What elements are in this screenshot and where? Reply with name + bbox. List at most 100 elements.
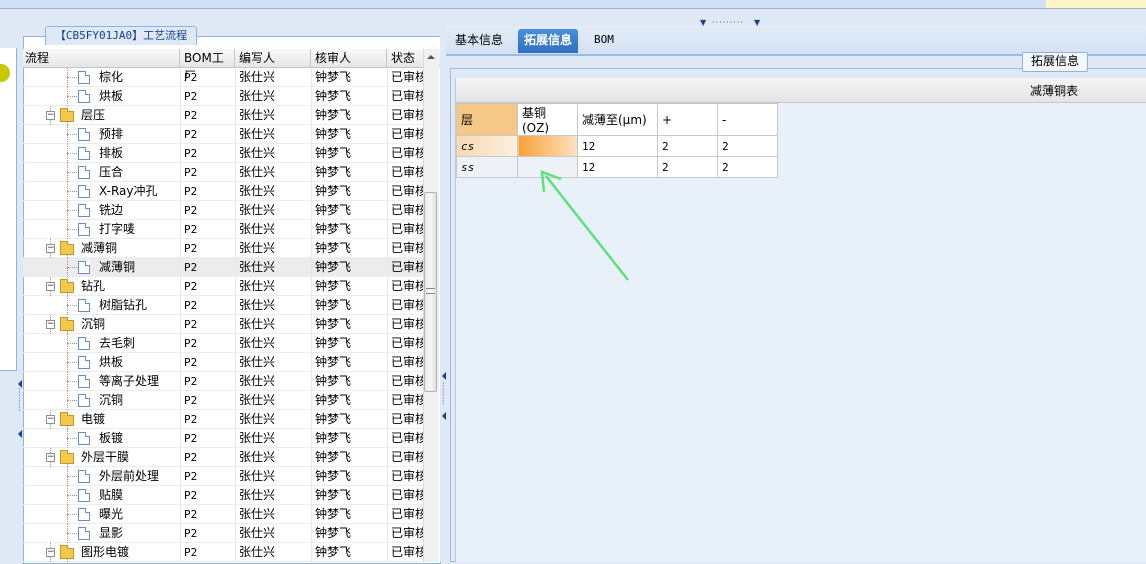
collapse-toggle-icon[interactable]: − [46,320,55,329]
process-name: 层压 [81,108,106,122]
tree-row[interactable]: 板镀 P2 张仕兴 钟梦飞 已审核 [23,429,423,448]
bom-factory: P2 [184,242,198,255]
column-divider [180,68,181,87]
collapse-left-icon-2[interactable] [18,430,22,438]
tree-row[interactable]: 预排 P2 张仕兴 钟梦飞 已审核 [23,125,423,144]
collapse-toggle-icon[interactable]: − [46,244,55,253]
thin-to-cell[interactable]: 12 [577,135,658,157]
minus-cell[interactable]: 2 [717,156,778,178]
status-text: 已审核 [391,108,423,122]
tree-row[interactable]: 烘板 P2 张仕兴 钟梦飞 已审核 [23,87,423,106]
tree-row[interactable]: − 外层干膜 P2 张仕兴 钟梦飞 已审核 [23,448,423,467]
bom-factory: P2 [184,318,198,331]
tree-row[interactable]: − 图形电镀 P2 张仕兴 钟梦飞 已审核 [23,543,423,562]
bom-factory: P2 [184,299,198,312]
column-divider [311,334,312,353]
tree-row[interactable]: 外层前处理 P2 张仕兴 钟梦飞 已审核 [23,467,423,486]
document-icon [78,299,90,312]
collapse-toggle-icon[interactable]: − [46,111,55,120]
reviewer-name: 钟梦飞 [315,260,352,274]
reviewer-name: 钟梦飞 [315,507,352,521]
column-divider [387,334,388,353]
folder-icon [60,241,74,255]
reviewer-name: 钟梦飞 [315,336,352,350]
writer-name: 张仕兴 [239,279,276,293]
collapse-toggle-icon[interactable]: − [46,453,55,462]
bom-factory: P2 [184,508,198,521]
base-copper-cell[interactable] [517,135,578,157]
tree-row[interactable]: − 沉铜 P2 张仕兴 钟梦飞 已审核 [23,315,423,334]
column-divider [180,334,181,353]
status-text: 已审核 [391,260,423,274]
collapse-toggle-icon[interactable]: − [46,282,55,291]
column-divider [387,353,388,372]
minus-cell[interactable]: 2 [717,135,778,157]
status-text: 已审核 [391,507,423,521]
collapse-toggle-icon[interactable]: − [46,548,55,557]
column-divider [180,106,181,125]
column-header-reviewer[interactable]: 核审人 [311,49,387,67]
column-header-status[interactable]: 状态 [387,49,423,67]
tree-row[interactable]: 烘板 P2 张仕兴 钟梦飞 已审核 [23,353,423,372]
collapse-toggle-icon[interactable]: − [46,415,55,424]
column-divider [311,277,312,296]
tree-row[interactable]: 排板 P2 张仕兴 钟梦飞 已审核 [23,144,423,163]
scroll-up-icon[interactable] [423,49,438,65]
tree-row[interactable]: − 减薄铜 P2 张仕兴 钟梦飞 已审核 [23,239,423,258]
column-divider [180,353,181,372]
tree-row[interactable]: 打字唛 P2 张仕兴 钟梦飞 已审核 [23,220,423,239]
tree-row[interactable]: 曝光 P2 张仕兴 钟梦飞 已审核 [23,505,423,524]
reviewer-name: 钟梦飞 [315,355,352,369]
reviewer-name: 钟梦飞 [315,184,352,198]
reviewer-name: 钟梦飞 [315,241,352,255]
column-header-layer[interactable]: 层 [456,103,518,136]
table-row[interactable]: cs 12 2 2 [456,135,778,157]
column-header-plus[interactable]: + [657,103,718,136]
tree-row[interactable]: − 钻孔 P2 张仕兴 钟梦飞 已审核 [23,277,423,296]
tree-row[interactable]: 沉铜 P2 张仕兴 钟梦飞 已审核 [23,391,423,410]
panel-title-tab[interactable]: 【CB5FY01JA0】工艺流程 [45,26,197,45]
tree-row[interactable]: 贴膜 P2 张仕兴 钟梦飞 已审核 [23,486,423,505]
layer-cell[interactable]: ss [456,156,518,178]
tree-guide-line [67,267,77,268]
tab-basic-info[interactable]: 基本信息 [449,29,509,53]
tree-row[interactable]: 棕化 P2 张仕兴 钟梦飞 已审核 [23,68,423,87]
column-divider [387,106,388,125]
column-divider [235,486,236,505]
column-header-process[interactable]: 流程 [23,49,180,67]
document-icon [78,185,90,198]
column-header-writer[interactable]: 编写人 [235,49,311,67]
tree-row[interactable]: 等离子处理 P2 张仕兴 钟梦飞 已审核 [23,372,423,391]
plus-cell[interactable]: 2 [657,135,718,157]
column-divider [180,429,181,448]
plus-cell[interactable]: 2 [657,156,718,178]
process-name: 外层干膜 [81,450,130,464]
tab-extended-info[interactable]: 拓展信息 [518,29,579,53]
column-header-base-copper[interactable]: 基铜(OZ) [517,103,578,136]
table-header-row: 层 基铜(OZ) 减薄至(μm) + - [456,103,778,136]
tab-bom[interactable]: BOM [588,29,620,53]
tree-guide-line [67,153,77,154]
column-header-bom-factory[interactable]: BOM工厂 [180,49,235,83]
bom-factory: P2 [184,166,198,179]
tree-row[interactable]: 树脂钻孔 P2 张仕兴 钟梦飞 已审核 [23,296,423,315]
layer-cell[interactable]: cs [456,135,518,157]
tree-row[interactable]: 减薄铜 P2 张仕兴 钟梦飞 已审核 [23,258,423,277]
reviewer-name: 钟梦飞 [315,488,352,502]
process-name: 减薄铜 [99,260,136,274]
tree-row[interactable]: − 层压 P2 张仕兴 钟梦飞 已审核 [23,106,423,125]
tree-row[interactable]: 去毛刺 P2 张仕兴 钟梦飞 已审核 [23,334,423,353]
column-header-minus[interactable]: - [717,103,778,136]
column-header-thin-to[interactable]: 减薄至(μm) [577,103,658,136]
tree-row[interactable]: − 电镀 P2 张仕兴 钟梦飞 已审核 [23,410,423,429]
tree-row[interactable]: 铣边 P2 张仕兴 钟梦飞 已审核 [23,201,423,220]
tree-row[interactable]: 显影 P2 张仕兴 钟梦飞 已审核 [23,524,423,543]
tree-row[interactable]: X-Ray冲孔 P2 张仕兴 钟梦飞 已审核 [23,182,423,201]
tree-guide-line [67,514,77,515]
column-divider [311,163,312,182]
bom-factory: P2 [184,432,198,445]
document-icon [78,147,90,160]
tree-row[interactable]: 压合 P2 张仕兴 钟梦飞 已审核 [23,163,423,182]
bom-factory: P2 [184,109,198,122]
process-name: 树脂钻孔 [99,298,148,312]
